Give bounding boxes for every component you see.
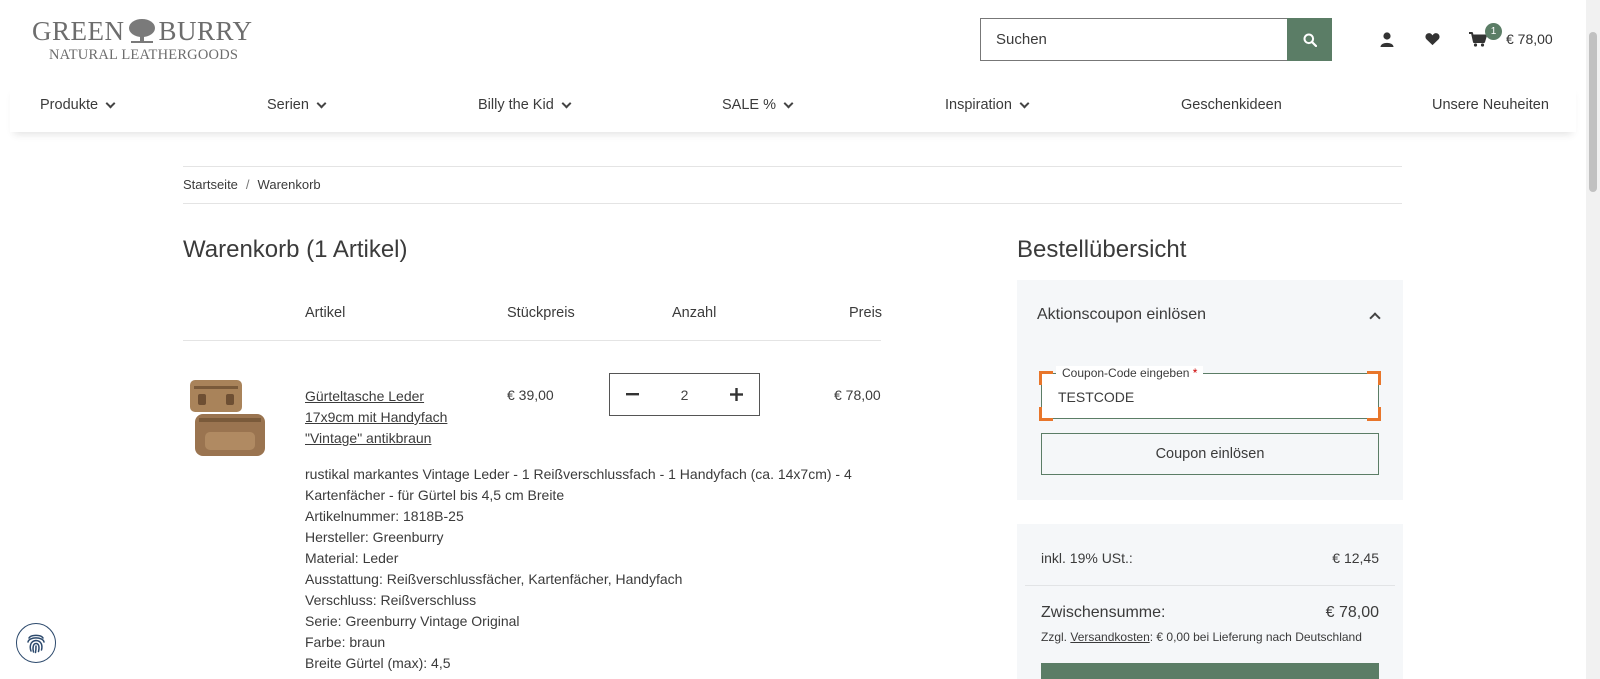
search-button[interactable] <box>1287 18 1332 61</box>
subtotal-value: € 78,00 <box>1325 604 1379 621</box>
account-button[interactable] <box>1376 28 1398 50</box>
vat-row: inkl. 19% USt.: € 12,45 <box>1041 550 1379 566</box>
coupon-field-label: Coupon-Code eingeben * <box>1056 366 1204 380</box>
main-navigation: Produkte Serien Billy the Kid SALE % Ins… <box>10 84 1576 132</box>
nav-item-label: Inspiration <box>945 97 1012 113</box>
minus-icon <box>625 393 639 396</box>
required-marker: * <box>1192 366 1198 380</box>
coupon-code-field[interactable]: Coupon-Code eingeben * TESTCODE <box>1039 366 1381 421</box>
chevron-down-icon <box>561 98 572 108</box>
shipping-prefix: Zzgl. <box>1041 630 1068 644</box>
brand-logo[interactable]: GREEN BURRY NATURAL LEATHERGOODS <box>32 16 262 64</box>
unit-price: € 39,00 <box>507 387 554 403</box>
header: GREEN BURRY NATURAL LEATHERGOODS Suchen … <box>0 0 1586 80</box>
chevron-down-icon <box>316 98 327 108</box>
quantity-stepper: 2 <box>609 373 760 416</box>
focus-corner-marker <box>1039 371 1053 385</box>
column-header-unit-price: Stückpreis <box>507 305 575 321</box>
totals-panel: inkl. 19% USt.: € 12,45 Zwischensumme: €… <box>1017 524 1403 679</box>
summary-title: Bestellübersicht <box>1017 236 1187 263</box>
nav-item-produkte[interactable]: Produkte <box>40 97 116 113</box>
product-detail-line: Farbe: braun <box>305 634 386 650</box>
product-detail-line: Serie: Greenburry Vintage Original <box>305 613 520 629</box>
line-total: € 78,00 <box>834 387 881 403</box>
coupon-toggle[interactable]: Aktionscoupon einlösen <box>1037 306 1206 324</box>
nav-item-inspiration[interactable]: Inspiration <box>945 97 1030 113</box>
shipping-costs-link[interactable]: Versandkosten <box>1070 630 1149 644</box>
scrollbar-thumb[interactable] <box>1589 32 1597 192</box>
divider <box>183 166 1402 167</box>
checkout-button[interactable] <box>1041 663 1379 679</box>
shipping-note: Zzgl. Versandkosten: € 0,00 bei Lieferun… <box>1041 630 1379 644</box>
divider <box>183 203 1402 204</box>
fingerprint-icon <box>27 634 45 654</box>
coupon-panel: Aktionscoupon einlösen Coupon-Code einge… <box>1017 280 1403 500</box>
product-detail-line: Ausstattung: Reißverschlussfächer, Karte… <box>305 571 683 587</box>
user-icon <box>1380 31 1394 47</box>
shipping-suffix: : € 0,00 bei Lieferung nach Deutschland <box>1149 630 1362 644</box>
wishlist-button[interactable] <box>1421 28 1443 50</box>
decrease-quantity-button[interactable] <box>622 385 642 405</box>
page-title: Warenkorb (1 Artikel) <box>183 236 408 263</box>
search-bar <box>980 18 1332 61</box>
nav-item-billy-the-kid[interactable]: Billy the Kid <box>478 97 572 113</box>
tree-icon <box>128 19 155 43</box>
brand-tagline: NATURAL LEATHERGOODS <box>49 47 239 63</box>
brand-text-right: BURRY <box>158 16 253 46</box>
plus-icon <box>730 388 744 401</box>
chevron-down-icon <box>105 98 116 108</box>
chevron-down-icon <box>783 98 794 108</box>
nav-item-unsere-neuheiten[interactable]: Unsere Neuheiten <box>1432 97 1549 113</box>
search-input[interactable] <box>980 18 1287 61</box>
privacy-settings-button[interactable] <box>16 623 56 663</box>
product-detail-line: Artikelnummer: 1818B-25 <box>305 508 464 524</box>
product-detail-line: Material: Leder <box>305 550 399 566</box>
breadcrumb-current: Warenkorb <box>257 177 321 192</box>
breadcrumb-separator: / <box>245 177 250 192</box>
chevron-up-icon[interactable] <box>1369 312 1381 324</box>
chevron-down-icon <box>1019 98 1030 108</box>
nav-item-serien[interactable]: Serien <box>267 97 327 113</box>
breadcrumb: Startseite / Warenkorb <box>183 177 321 192</box>
nav-item-label: Geschenkideen <box>1181 97 1282 113</box>
coupon-code-input[interactable]: TESTCODE <box>1058 389 1134 405</box>
subtotal-label: Zwischensumme: <box>1041 604 1166 621</box>
column-header-article: Artikel <box>305 305 346 321</box>
heart-icon <box>1424 33 1440 46</box>
vat-label: inkl. 19% USt.: <box>1041 550 1133 566</box>
nav-item-label: Billy the Kid <box>478 97 554 113</box>
brand-text-left: GREEN <box>32 16 125 46</box>
page-scrollbar[interactable] <box>1586 0 1600 679</box>
focus-corner-marker <box>1367 407 1381 421</box>
product-description: rustikal markantes Vintage Leder - 1 Rei… <box>305 466 852 503</box>
focus-corner-marker <box>1367 371 1381 385</box>
breadcrumb-home[interactable]: Startseite <box>183 177 238 192</box>
product-detail-line: Breite Gürtel (max): 4,5 <box>305 655 451 671</box>
nav-item-label: Unsere Neuheiten <box>1432 97 1549 113</box>
product-details: rustikal markantes Vintage Leder - 1 Rei… <box>305 464 875 674</box>
increase-quantity-button[interactable] <box>727 385 747 405</box>
nav-item-label: Produkte <box>40 97 99 113</box>
product-detail-line: Verschluss: Reißverschluss <box>305 592 477 608</box>
product-detail-line: Hersteller: Greenburry <box>305 529 444 545</box>
redeem-coupon-button[interactable]: Coupon einlösen <box>1041 433 1379 475</box>
nav-item-label: SALE % <box>722 97 776 113</box>
search-icon <box>1303 33 1317 47</box>
focus-corner-marker <box>1039 407 1053 421</box>
product-image[interactable] <box>185 378 271 464</box>
quantity-value[interactable]: 2 <box>681 387 689 403</box>
nav-item-geschenkideen[interactable]: Geschenkideen <box>1181 97 1282 113</box>
nav-item-label: Serien <box>267 97 309 113</box>
column-header-price: Preis <box>849 305 883 321</box>
product-name-link[interactable]: Gürteltasche Leder 17x9cm mit Handyfach … <box>305 386 475 449</box>
column-header-quantity: Anzahl <box>672 305 717 321</box>
cart-count-badge: 1 <box>1485 23 1502 40</box>
vat-value: € 12,45 <box>1332 550 1379 566</box>
cart-icon <box>1469 31 1487 47</box>
cart-total[interactable]: € 78,00 <box>1506 31 1553 47</box>
divider <box>1025 585 1395 586</box>
divider <box>183 340 881 341</box>
nav-item-sale[interactable]: SALE % <box>722 97 794 113</box>
subtotal-row: Zwischensumme: € 78,00 <box>1041 604 1379 622</box>
